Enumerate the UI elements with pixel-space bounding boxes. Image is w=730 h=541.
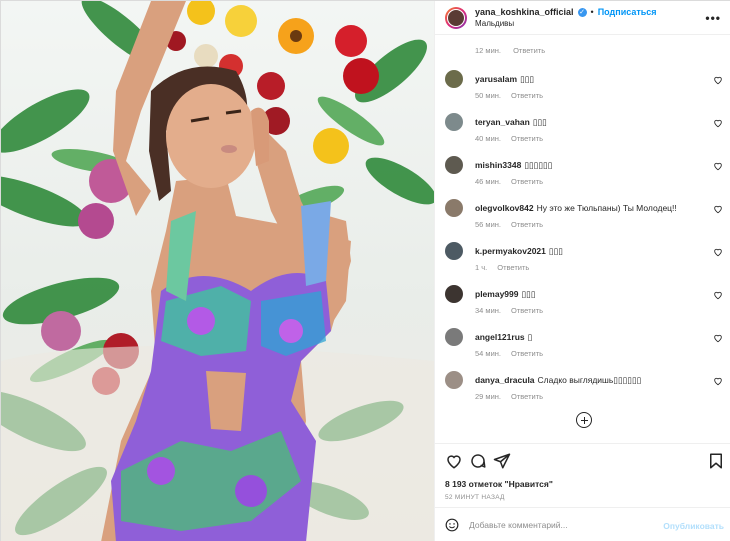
comment-time: 12 мин. <box>475 46 501 55</box>
likes-count[interactable]: 8 193 отметок "Нравится" <box>445 479 553 489</box>
comment-icon[interactable] <box>469 452 487 470</box>
author-username[interactable]: yana_koshkina_official <box>475 7 574 18</box>
post-location[interactable]: Мальдивы <box>475 18 657 29</box>
comment-like-heart-icon[interactable] <box>713 333 723 343</box>
comment-time: 29 мин. <box>475 392 501 401</box>
reply-link[interactable]: Ответить <box>511 349 543 358</box>
comment-like-heart-icon[interactable] <box>713 204 723 214</box>
comment-text: ▯ <box>527 332 533 342</box>
more-options-icon[interactable]: ••• <box>705 11 721 25</box>
reply-link[interactable]: Ответить <box>511 306 543 315</box>
bookmark-icon[interactable] <box>707 452 725 470</box>
comment-text: ▯▯▯ <box>548 246 563 256</box>
smiley-icon[interactable] <box>445 518 459 532</box>
comment-item: plemay999 ▯▯▯ 34 мин. Ответить <box>445 285 723 328</box>
comment-text: ▯▯▯ <box>520 74 535 84</box>
reply-link[interactable]: Ответить <box>511 91 543 100</box>
comment-like-heart-icon[interactable] <box>713 75 723 85</box>
separator-dot: • <box>590 6 594 17</box>
comment-username[interactable]: teryan_vahan <box>475 117 530 127</box>
follow-button[interactable]: Подписаться <box>598 7 657 18</box>
comment-time: 34 мин. <box>475 306 501 315</box>
comment-item: k.permyakov2021 ▯▯▯ 1 ч. Ответить <box>445 242 723 285</box>
comment-item: danya_dracula Сладко выглядишь▯▯▯▯▯▯ 29 м… <box>445 371 723 414</box>
post-side-panel: yana_koshkina_official ✓ • Подписаться М… <box>434 1 730 541</box>
comment-time: 40 мин. <box>475 134 501 143</box>
comment-text: Ну это же Тюльпаны) Ты Молодец!! <box>536 203 677 213</box>
reply-link[interactable]: Ответить <box>511 134 543 143</box>
commenter-avatar[interactable] <box>445 156 463 174</box>
comment-like-heart-icon[interactable] <box>713 118 723 128</box>
comment-item: teryan_vahan ▯▯▯ 40 мин. Ответить <box>445 113 723 156</box>
comment-like-heart-icon[interactable] <box>713 161 723 171</box>
add-comment-input[interactable] <box>469 520 649 530</box>
comment-username[interactable]: yarusalam <box>475 74 517 84</box>
add-comment-bar: Опубликовать <box>435 507 730 541</box>
comment-text: Сладко выглядишь▯▯▯▯▯▯ <box>537 375 642 385</box>
comment-meta-partial: 12 мин. Ответить <box>475 46 555 55</box>
comments-list[interactable]: 12 мин. Ответить yarusalam ▯▯▯ 50 мин. Отв… <box>435 35 730 443</box>
paper-plane-icon[interactable] <box>493 452 511 470</box>
reply-link[interactable]: Ответить <box>513 46 545 55</box>
post-header: yana_koshkina_official ✓ • Подписаться М… <box>435 1 730 35</box>
comment-like-heart-icon[interactable] <box>713 290 723 300</box>
comment-item: yarusalam ▯▯▯ 50 мин. Ответить <box>445 70 723 113</box>
comment-item: olegvolkov842 Ну это же Тюльпаны) Ты Моло… <box>445 199 723 242</box>
comment-like-heart-icon[interactable] <box>713 247 723 257</box>
commenter-avatar[interactable] <box>445 113 463 131</box>
comment-time: 50 мин. <box>475 91 501 100</box>
author-avatar[interactable] <box>445 6 467 29</box>
plus-circle-icon[interactable] <box>576 412 592 428</box>
reply-link[interactable]: Ответить <box>511 392 543 401</box>
comment-text: ▯▯▯ <box>521 289 536 299</box>
publish-button[interactable]: Опубликовать <box>663 521 724 531</box>
post-time-ago: 52 МИНУТ НАЗАД <box>445 494 505 501</box>
post-photo[interactable] <box>1 1 434 541</box>
comment-time: 54 мин. <box>475 349 501 358</box>
comment-username[interactable]: danya_dracula <box>475 375 535 385</box>
instagram-post-window: yana_koshkina_official ✓ • Подписаться М… <box>0 0 730 541</box>
commenter-avatar[interactable] <box>445 371 463 389</box>
comment-time: 46 мин. <box>475 177 501 186</box>
comment-username[interactable]: plemay999 <box>475 289 518 299</box>
post-actions: 8 193 отметок "Нравится" 52 МИНУТ НАЗАД <box>435 443 730 507</box>
comment-time: 1 ч. <box>475 263 488 272</box>
reply-link[interactable]: Ответить <box>511 177 543 186</box>
commenter-avatar[interactable] <box>445 70 463 88</box>
reply-link[interactable]: Ответить <box>511 220 543 229</box>
comment-text: ▯▯▯▯▯▯ <box>524 160 553 170</box>
comment-username[interactable]: mishin3348 <box>475 160 521 170</box>
comment-item: angel121rus ▯ 54 мин. Ответить <box>445 328 723 371</box>
verified-badge-icon: ✓ <box>577 7 587 17</box>
commenter-avatar[interactable] <box>445 242 463 260</box>
comment-time: 56 мин. <box>475 220 501 229</box>
comment-text: ▯▯▯ <box>532 117 547 127</box>
comment-like-heart-icon[interactable] <box>713 376 723 386</box>
commenter-avatar[interactable] <box>445 199 463 217</box>
photo-illustration <box>1 1 434 541</box>
heart-icon[interactable] <box>445 452 463 470</box>
author-info: yana_koshkina_official ✓ • Подписаться М… <box>475 7 657 29</box>
reply-link[interactable]: Ответить <box>497 263 529 272</box>
commenter-avatar[interactable] <box>445 328 463 346</box>
comment-username[interactable]: olegvolkov842 <box>475 203 534 213</box>
comment-username[interactable]: angel121rus <box>475 332 525 342</box>
commenter-avatar[interactable] <box>445 285 463 303</box>
comment-item: mishin3348 ▯▯▯▯▯▯ 46 мин. Ответить <box>445 156 723 199</box>
comment-username[interactable]: k.permyakov2021 <box>475 246 546 256</box>
